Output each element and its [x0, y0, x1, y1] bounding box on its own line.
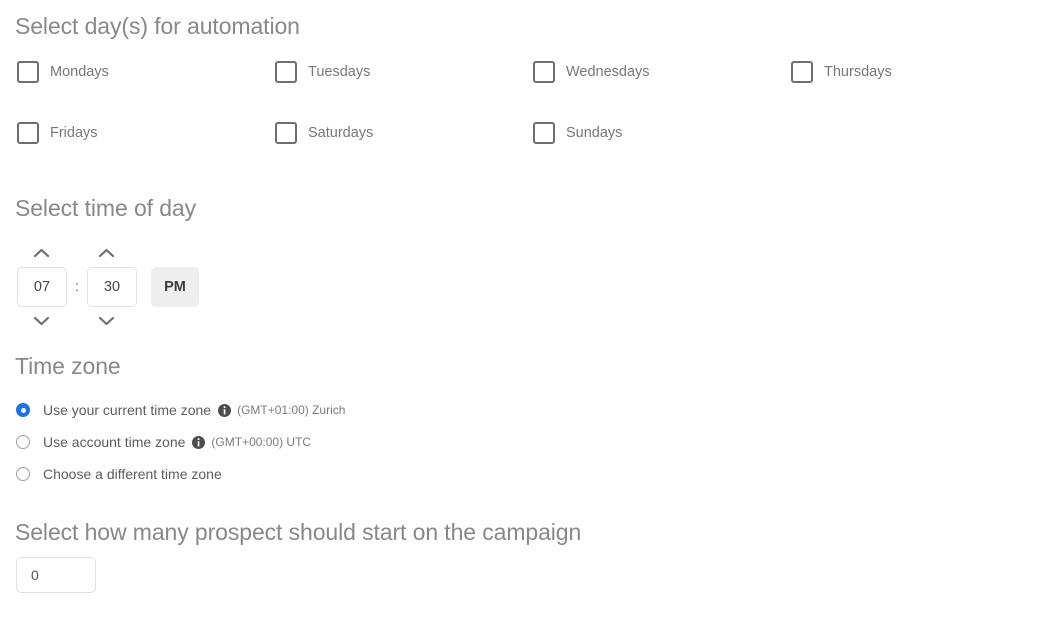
info-icon[interactable] — [218, 403, 232, 417]
timezone-option-label: Choose a different time zone — [43, 466, 222, 482]
radio-selected-icon[interactable] — [16, 403, 30, 417]
day-checkbox-label: Sundays — [566, 125, 623, 141]
hour-input[interactable]: 07 — [17, 267, 67, 307]
day-checkbox-wednesdays[interactable]: Wednesdays — [533, 59, 650, 85]
day-checkbox-mondays[interactable]: Mondays — [17, 59, 109, 85]
day-checkbox-label: Fridays — [50, 125, 98, 141]
meridiem-toggle-button[interactable]: PM — [151, 267, 199, 307]
checkbox-icon[interactable] — [533, 61, 555, 83]
timezone-section-heading: Time zone — [15, 353, 121, 379]
timezone-option-1[interactable]: Use your current time zone (GMT+01:00) Zu… — [16, 400, 345, 420]
checkbox-icon[interactable] — [275, 61, 297, 83]
time-separator: : — [74, 279, 80, 295]
minute-decrement-button[interactable] — [95, 314, 117, 328]
hour-increment-button[interactable] — [30, 246, 52, 260]
day-checkbox-label: Saturdays — [308, 125, 374, 141]
hour-decrement-button[interactable] — [30, 314, 52, 328]
timezone-option-label: Use your current time zone — [43, 402, 212, 418]
day-checkbox-label: Wednesdays — [566, 64, 650, 80]
days-section-heading: Select day(s) for automation — [15, 13, 300, 39]
timezone-option-2[interactable]: Use account time zone (GMT+00:00) UTC — [16, 432, 311, 452]
day-checkbox-thursdays[interactable]: Thursdays — [791, 59, 892, 85]
day-checkbox-label: Thursdays — [824, 64, 892, 80]
info-icon[interactable] — [192, 435, 206, 449]
day-checkbox-label: Tuesdays — [308, 64, 371, 80]
timezone-option-label: Use account time zone — [43, 434, 186, 450]
day-checkbox-tuesdays[interactable]: Tuesdays — [275, 59, 370, 85]
prospect-count-input[interactable]: 0 — [16, 557, 96, 593]
time-section-heading: Select time of day — [15, 195, 197, 221]
checkbox-icon[interactable] — [17, 61, 39, 83]
timezone-option-note: (GMT+00:00) UTC — [211, 435, 312, 449]
radio-icon[interactable] — [16, 435, 30, 449]
checkbox-icon[interactable] — [791, 61, 813, 83]
checkbox-icon[interactable] — [275, 122, 297, 144]
day-checkbox-saturdays[interactable]: Saturdays — [275, 120, 373, 146]
minute-input[interactable]: 30 — [87, 267, 137, 307]
radio-icon[interactable] — [16, 467, 30, 481]
day-checkbox-fridays[interactable]: Fridays — [17, 120, 98, 146]
day-checkbox-sundays[interactable]: Sundays — [533, 120, 622, 146]
prospect-section-heading: Select how many prospect should start on… — [15, 519, 582, 545]
timezone-option-note: (GMT+01:00) Zurich — [237, 403, 346, 417]
checkbox-icon[interactable] — [533, 122, 555, 144]
timezone-option-3[interactable]: Choose a different time zone — [16, 464, 222, 484]
automation-schedule-panel: Select day(s) for automation Mondays Tues… — [0, 0, 1049, 617]
checkbox-icon[interactable] — [17, 122, 39, 144]
minute-increment-button[interactable] — [95, 246, 117, 260]
time-picker: 07 : 30 PM — [17, 267, 199, 307]
day-checkbox-label: Mondays — [50, 64, 109, 80]
